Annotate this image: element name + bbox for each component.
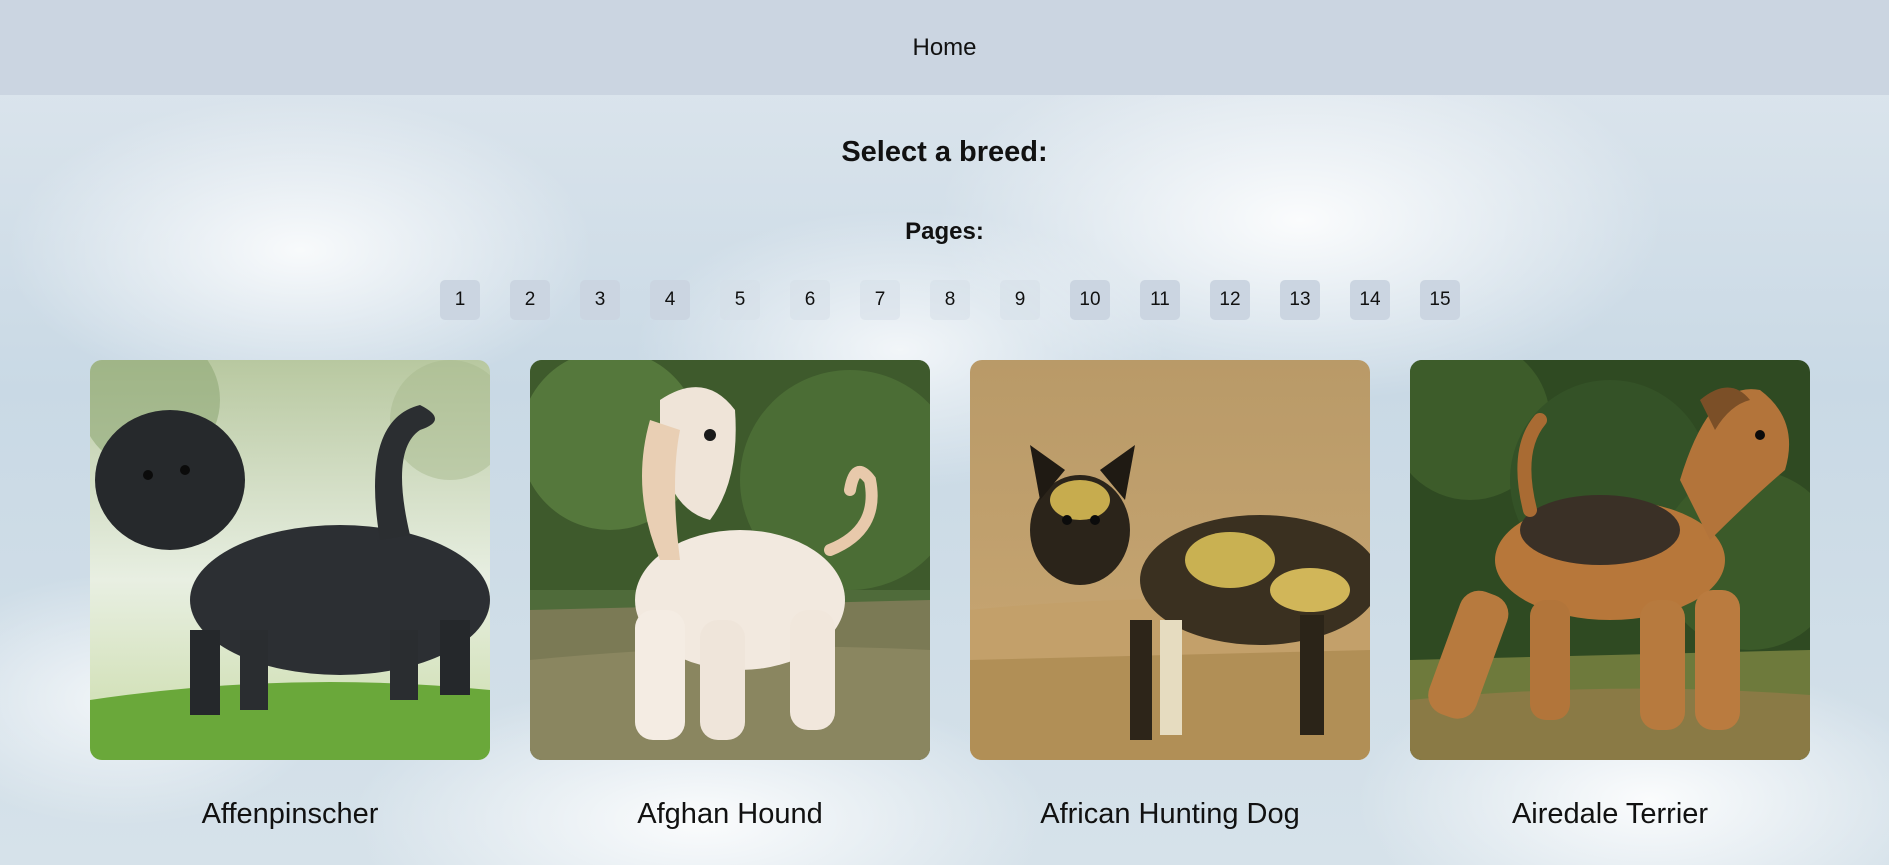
airedale-terrier-photo[interactable] <box>1410 360 1810 760</box>
page-button-3[interactable]: 3 <box>580 280 620 320</box>
breed-name[interactable]: Airedale Terrier <box>1410 798 1810 831</box>
page-button-2[interactable]: 2 <box>510 280 550 320</box>
breed-card-african-hunting-dog[interactable]: African Hunting Dog <box>970 360 1370 831</box>
breed-name[interactable]: Afghan Hound <box>530 798 930 831</box>
page-button-8[interactable]: 8 <box>930 280 970 320</box>
page-button-7[interactable]: 7 <box>860 280 900 320</box>
page-button-10[interactable]: 10 <box>1070 280 1110 320</box>
breed-grid: Affenpinscher Afghan Hound African Hunti… <box>90 360 1810 831</box>
page-button-9[interactable]: 9 <box>1000 280 1040 320</box>
breed-card-affenpinscher[interactable]: Affenpinscher <box>90 360 490 831</box>
pages-label: Pages: <box>905 218 984 245</box>
page-button-11[interactable]: 11 <box>1140 280 1180 320</box>
breed-name[interactable]: African Hunting Dog <box>970 798 1370 831</box>
page-button-5[interactable]: 5 <box>720 280 760 320</box>
pagination: 1 2 3 4 5 6 7 8 9 10 11 12 13 14 15 <box>440 280 1460 320</box>
page-title: Select a breed: <box>841 136 1048 168</box>
afghan-hound-photo[interactable] <box>530 360 930 760</box>
page-button-13[interactable]: 13 <box>1280 280 1320 320</box>
page-button-14[interactable]: 14 <box>1350 280 1390 320</box>
page-button-12[interactable]: 12 <box>1210 280 1250 320</box>
breed-card-airedale-terrier[interactable]: Airedale Terrier <box>1410 360 1810 831</box>
affenpinscher-photo[interactable] <box>90 360 490 760</box>
page-button-6[interactable]: 6 <box>790 280 830 320</box>
page-button-1[interactable]: 1 <box>440 280 480 320</box>
breed-name[interactable]: Affenpinscher <box>90 798 490 831</box>
top-nav-bar: Home <box>0 0 1889 95</box>
home-link[interactable]: Home <box>912 34 976 62</box>
african-hunting-dog-photo[interactable] <box>970 360 1370 760</box>
page-button-4[interactable]: 4 <box>650 280 690 320</box>
breed-card-afghan-hound[interactable]: Afghan Hound <box>530 360 930 831</box>
page-button-15[interactable]: 15 <box>1420 280 1460 320</box>
